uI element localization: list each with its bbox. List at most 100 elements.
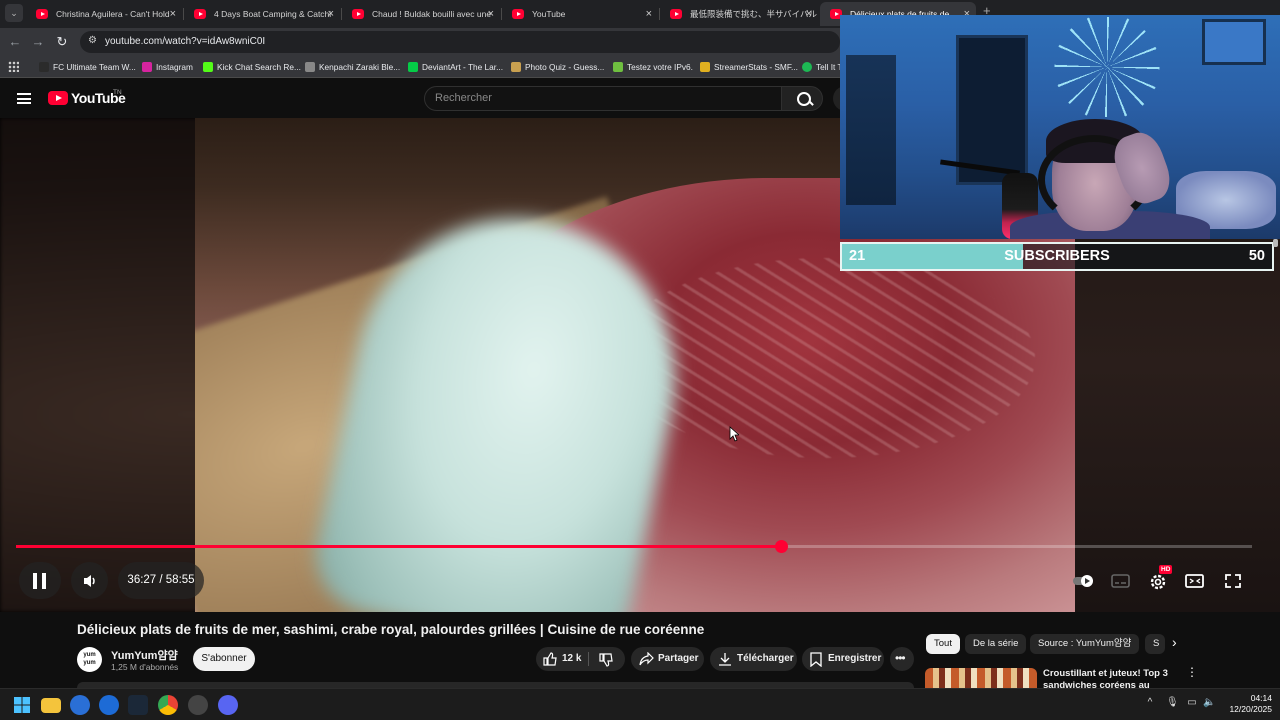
bookmark-item[interactable]: Photo Quiz - Guess...	[511, 56, 604, 78]
tab-title: YouTube	[532, 9, 566, 19]
back-arrow-icon[interactable]: ←	[6, 33, 24, 51]
webcam-overlay	[840, 15, 1280, 239]
bookmark-item[interactable]: Tell It T	[802, 56, 843, 78]
youtube-logo-icon[interactable]	[48, 91, 68, 105]
tab-close-icon[interactable]: ×	[806, 2, 812, 26]
address-bar[interactable]: ⚙ youtube.com/watch?v=idAw8wniC0I	[80, 31, 840, 53]
reload-icon[interactable]: ↻	[53, 33, 71, 51]
tab-search-icon[interactable]: ⌄	[5, 4, 23, 22]
bookmark-icon	[810, 652, 822, 667]
scrubber-handle[interactable]	[775, 540, 789, 553]
chip-all[interactable]: Tout	[926, 634, 960, 654]
related-video-thumbnail[interactable]	[925, 668, 1037, 690]
volume-tray-icon[interactable]: 🔈	[1203, 697, 1215, 711]
browser-tab-1[interactable]: Christina Aguilera - Can't Hold ×	[26, 2, 182, 26]
search-icon[interactable]	[781, 86, 823, 111]
steam-icon[interactable]	[128, 695, 148, 715]
more-dots-icon: •••	[895, 651, 906, 665]
search-input[interactable]: Rechercher	[424, 86, 782, 111]
more-actions-button[interactable]: •••	[890, 647, 914, 671]
bookmark-item[interactable]: Instagram	[142, 56, 193, 78]
obs-icon[interactable]	[188, 695, 208, 715]
bookmark-item[interactable]: FC Ultimate Team W...	[39, 56, 136, 78]
bookmark-item[interactable]: DeviantArt - The Lar...	[408, 56, 503, 78]
save-button[interactable]: Enregistrer	[802, 647, 884, 671]
browser-tab-4[interactable]: YouTube ×	[502, 2, 658, 26]
menu-hamburger-icon[interactable]	[17, 93, 31, 104]
bookmark-label: Kenpachi Zaraki Ble...	[319, 62, 401, 72]
pause-button[interactable]	[19, 562, 61, 599]
download-button[interactable]: Télécharger	[710, 647, 797, 671]
youtube-favicon-icon	[512, 9, 524, 19]
discord-icon[interactable]	[218, 695, 238, 715]
theater-mode-icon[interactable]	[1184, 572, 1206, 590]
share-arrow-icon	[639, 652, 654, 666]
subscriber-goal-bar: 21 SUBSCRIBERS 50	[840, 242, 1274, 271]
tab-close-icon[interactable]: ×	[170, 2, 176, 26]
youtube-header: YouTube TN Rechercher	[0, 78, 858, 118]
forward-arrow-icon[interactable]: →	[29, 33, 47, 51]
thumbs-up-icon[interactable]	[543, 652, 557, 666]
store-icon[interactable]	[99, 695, 119, 715]
channel-avatar[interactable]: yum yum	[77, 647, 102, 672]
thumbs-down-icon[interactable]	[599, 653, 613, 667]
apps-grid-icon[interactable]	[8, 61, 19, 72]
settings-gear-icon[interactable]	[1147, 572, 1169, 590]
bookmark-favicon-icon	[511, 62, 521, 72]
youtube-favicon-icon	[194, 9, 206, 19]
download-label: Télécharger	[737, 653, 794, 664]
subscribe-button[interactable]: S'abonner	[193, 647, 255, 671]
chrome-icon[interactable]	[158, 695, 178, 715]
bookmark-label: Testez votre IPv6.	[627, 62, 693, 72]
bookmark-favicon-icon	[305, 62, 315, 72]
bookmark-item[interactable]: StreamerStats - SMF...	[700, 56, 798, 78]
browser-tab-5[interactable]: 最低限装備で挑む、半サバイバル ×	[660, 2, 818, 26]
youtube-favicon-icon	[352, 9, 364, 19]
fullscreen-icon[interactable]	[1222, 572, 1244, 590]
screen: ⌄ Christina Aguilera - Can't Hold × 4 Da…	[0, 0, 1280, 720]
scrollbar-thumb[interactable]	[1273, 239, 1278, 247]
tab-title: Chaud ! Buldak bouilli avec une	[372, 9, 492, 19]
chip-source[interactable]: Source : YumYum얌얌	[1030, 634, 1140, 654]
like-count[interactable]: 12 k	[562, 647, 581, 671]
windows-taskbar: ^ 🎙 ▭ 🔈 04:14 12/20/2025	[0, 688, 1280, 720]
address-url[interactable]: youtube.com/watch?v=idAw8wniC0I	[105, 31, 265, 53]
channel-name[interactable]: YumYum얌얌	[111, 647, 178, 663]
instagram-icon	[142, 62, 152, 72]
windows-start-icon[interactable]	[12, 695, 32, 715]
bookmark-label: Kick Chat Search Re...	[217, 62, 301, 72]
tab-close-icon[interactable]: ×	[646, 2, 652, 26]
chip-more[interactable]: S	[1145, 634, 1165, 654]
checkmark-icon	[613, 62, 623, 72]
bookmark-item[interactable]: Kick Chat Search Re...	[203, 56, 301, 78]
autoplay-toggle[interactable]	[1072, 572, 1094, 590]
browser-tab-3[interactable]: Chaud ! Buldak bouilli avec une ×	[342, 2, 500, 26]
volume-button[interactable]	[71, 562, 108, 599]
meat-marbling	[615, 258, 1035, 458]
chevron-right-icon[interactable]: ›	[1172, 634, 1177, 650]
browser-tab-2[interactable]: 4 Days Boat Camping & Catchi ×	[184, 2, 340, 26]
progress-bar[interactable]	[16, 540, 1252, 553]
chip-series[interactable]: De la série	[965, 634, 1027, 654]
deviantart-icon	[408, 62, 418, 72]
bookmark-label: DeviantArt - The Lar...	[422, 62, 504, 72]
microphone-tray-icon[interactable]: 🎙	[1166, 697, 1179, 711]
related-video-title[interactable]: Croustillant et juteux! Top 3 sandwiches…	[1043, 668, 1173, 690]
bookmark-item[interactable]: Kenpachi Zaraki Ble...	[305, 56, 400, 78]
network-icon[interactable]: ▭	[1186, 697, 1198, 711]
clock-date: 12/20/2025	[1229, 704, 1272, 714]
youtube-favicon-icon	[670, 9, 682, 19]
file-explorer-icon[interactable]	[41, 698, 61, 713]
bookmark-label: Tell It T	[816, 62, 843, 72]
tray-chevron-up-icon[interactable]: ^	[1144, 697, 1156, 711]
tab-close-icon[interactable]: ×	[328, 2, 334, 26]
youtube-favicon-icon	[36, 9, 48, 19]
bookmark-item[interactable]: Testez votre IPv6.	[613, 56, 693, 78]
site-info-icon[interactable]: ⚙	[88, 35, 100, 49]
mail-icon[interactable]	[70, 695, 90, 715]
kebab-menu-icon[interactable]: ⋮	[1186, 666, 1198, 682]
share-button[interactable]: Partager	[631, 647, 704, 671]
tab-close-icon[interactable]: ×	[488, 2, 494, 26]
subtitles-icon[interactable]	[1110, 572, 1132, 590]
taskbar-clock[interactable]: 04:14 12/20/2025	[1222, 693, 1272, 715]
